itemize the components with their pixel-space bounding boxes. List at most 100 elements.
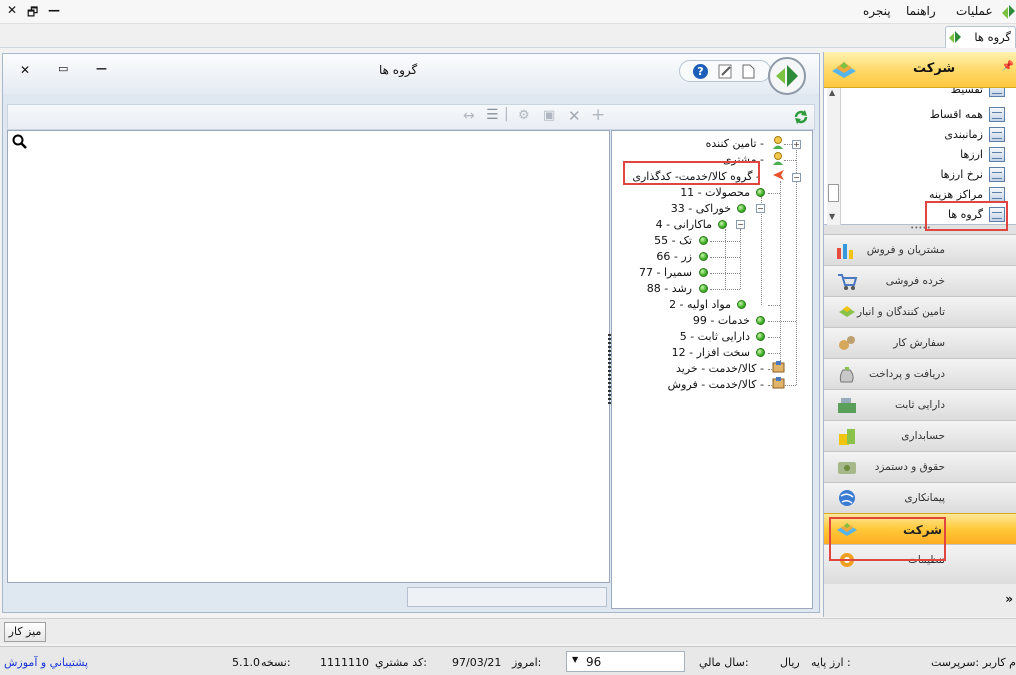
tree-node[interactable]: تامین کننده -	[654, 136, 764, 152]
nav-header: شرکت 📌	[824, 52, 1016, 88]
nav-scrollbar[interactable]: ▲ ▼	[827, 88, 841, 225]
nav-item-currencies[interactable]: ارزها	[842, 145, 1007, 165]
status-cell	[407, 587, 607, 607]
tree-node[interactable]: 66 - زر	[612, 249, 692, 265]
money-bag-icon	[839, 367, 854, 383]
tree-node[interactable]: کالا/خدمت - خرید -	[644, 361, 764, 377]
tree-node[interactable]: 55 - تک	[612, 233, 692, 249]
section-suppliers-warehouse[interactable]: تامین کنندگان و انبار	[824, 296, 1016, 327]
delete-icon[interactable]: ✕	[568, 107, 581, 125]
refresh-icon[interactable]	[793, 109, 809, 125]
app-close-icon[interactable]: ✕	[7, 3, 17, 17]
window-minimize-icon[interactable]: —	[96, 62, 107, 75]
taskbar: میز کار	[0, 618, 1016, 644]
nav-item-installment[interactable]: تقسیط	[842, 88, 1007, 100]
fiscal-year-select[interactable]: ▼ 96	[566, 651, 685, 672]
status-bar: پشتيباني و آموزش 5.1.0 نسخه: 1111110 کد …	[0, 646, 1016, 675]
app-minimize-icon[interactable]: —	[48, 3, 60, 17]
nav-header-title: شرکت	[913, 61, 956, 76]
customer-code-label: کد مشتري:	[375, 656, 427, 669]
menu-item-help[interactable]: راهنما	[906, 4, 936, 18]
section-payroll[interactable]: حقوق و دستمزد	[824, 451, 1016, 482]
pin-icon[interactable]: 📌	[1002, 61, 1014, 72]
window-title-bar: ✕ ▭ — گروه ها ?	[3, 54, 819, 95]
currency-value: ريال	[780, 656, 800, 669]
collapse-toggle[interactable]: −	[792, 173, 801, 182]
section-retail[interactable]: خرده فروشی	[824, 265, 1016, 296]
save-icon[interactable]: ▣	[543, 108, 555, 123]
today-value: 97/03/21	[452, 656, 502, 669]
separator: |	[504, 106, 509, 122]
menu-bar: ✕ 🗗 — پنجره راهنما عملیات	[0, 0, 1016, 24]
tree-node[interactable]: 12 - سخت افزار	[640, 345, 750, 361]
edit-icon[interactable]	[718, 64, 733, 79]
window-logo-icon	[768, 57, 806, 95]
desktop-button[interactable]: میز کار	[4, 622, 46, 642]
today-label: امروز:	[512, 656, 542, 669]
tree-node[interactable]: 88 - رشد	[612, 281, 692, 297]
app-logo-icon	[1002, 5, 1015, 19]
list-icon	[989, 88, 1005, 97]
chevron-down-icon: ▼	[572, 655, 579, 664]
more-sections-icon[interactable]: »	[1005, 592, 1013, 606]
expand-toggle[interactable]: +	[792, 140, 801, 149]
nav-item-exchange-rates[interactable]: نرخ ارزها	[842, 165, 1007, 185]
window-quick-toolbar: ?	[679, 60, 771, 82]
tab-logo-icon	[949, 31, 961, 43]
coins-icon	[839, 429, 855, 445]
main-toolbar: ↔ ☰ | ⚙ ▣ ✕ +	[7, 104, 815, 130]
scroll-up-icon[interactable]: ▲	[829, 88, 835, 97]
highlight-box	[829, 517, 946, 561]
highlight-box	[623, 161, 760, 185]
menu-item-operations[interactable]: عملیات	[956, 4, 993, 18]
section-contracting[interactable]: پیمانکاری	[824, 482, 1016, 513]
tree-node[interactable]: 77 - سمیرا	[612, 265, 692, 281]
section-work-order[interactable]: سفارش کار	[824, 327, 1016, 358]
nav-item-all-installments[interactable]: همه اقساط	[842, 105, 1007, 125]
version-value: 5.1.0	[232, 656, 260, 669]
nav-item-schedule[interactable]: زمانبندی	[842, 125, 1007, 145]
group-tree: + تامین کننده - مشتری - − گروه کالا/خدمت…	[611, 130, 813, 609]
help-icon[interactable]: ?	[693, 64, 708, 79]
list-icon	[989, 187, 1005, 202]
tab-label: گروه ها	[974, 30, 1011, 44]
detail-panel[interactable]	[7, 130, 610, 583]
list-icon[interactable]: ☰	[486, 107, 499, 123]
tree-node[interactable]: 4 - ماکارانی	[612, 217, 712, 233]
resize-icon[interactable]: ↔	[463, 108, 475, 124]
list-icon	[989, 107, 1005, 122]
tree-node[interactable]: کالا/خدمت - فروش -	[644, 377, 764, 393]
settings-icon[interactable]: ⚙	[518, 108, 530, 123]
version-label: نسخه:	[261, 656, 291, 669]
collapse-toggle[interactable]: −	[756, 204, 765, 213]
list-icon	[989, 167, 1005, 182]
section-receive-pay[interactable]: دریافت و پرداخت	[824, 358, 1016, 389]
section-accounting[interactable]: حسابداری	[824, 420, 1016, 451]
tree-node[interactable]: 5 - دارایی ثابت	[640, 329, 750, 345]
tree-node[interactable]: 2 - مواد اولیه	[621, 297, 731, 313]
window-restore-icon[interactable]: ▭	[58, 62, 68, 75]
tree-node[interactable]: 11 - محصولات	[640, 185, 750, 201]
search-icon[interactable]	[12, 134, 27, 149]
new-document-icon[interactable]	[742, 64, 755, 79]
section-customers-sales[interactable]: مشتریان و فروش	[824, 234, 1016, 265]
window-title: گروه ها	[379, 63, 418, 77]
scroll-down-icon[interactable]: ▼	[829, 212, 835, 221]
collapse-toggle[interactable]: −	[736, 220, 745, 229]
boxes-icon	[839, 306, 855, 317]
tree-node[interactable]: 99 - خدمات	[640, 313, 750, 329]
payroll-icon	[838, 462, 856, 474]
section-fixed-assets[interactable]: دارایی ثابت	[824, 389, 1016, 420]
add-icon[interactable]: +	[591, 105, 605, 125]
customer-code-value: 1111110	[320, 656, 369, 669]
window-close-icon[interactable]: ✕	[20, 63, 30, 77]
tree-node[interactable]: 33 - خوراکی	[631, 201, 731, 217]
menu-item-window[interactable]: پنجره	[863, 4, 891, 18]
scroll-thumb[interactable]	[828, 184, 839, 202]
support-link[interactable]: پشتيباني و آموزش	[4, 656, 88, 669]
cart-icon	[838, 274, 858, 290]
app-restore-icon[interactable]: 🗗	[27, 3, 38, 24]
tab-groups[interactable]: گروه ها	[945, 26, 1016, 48]
fiscal-year-value: 96	[586, 655, 602, 669]
highlight-box	[925, 201, 1008, 231]
